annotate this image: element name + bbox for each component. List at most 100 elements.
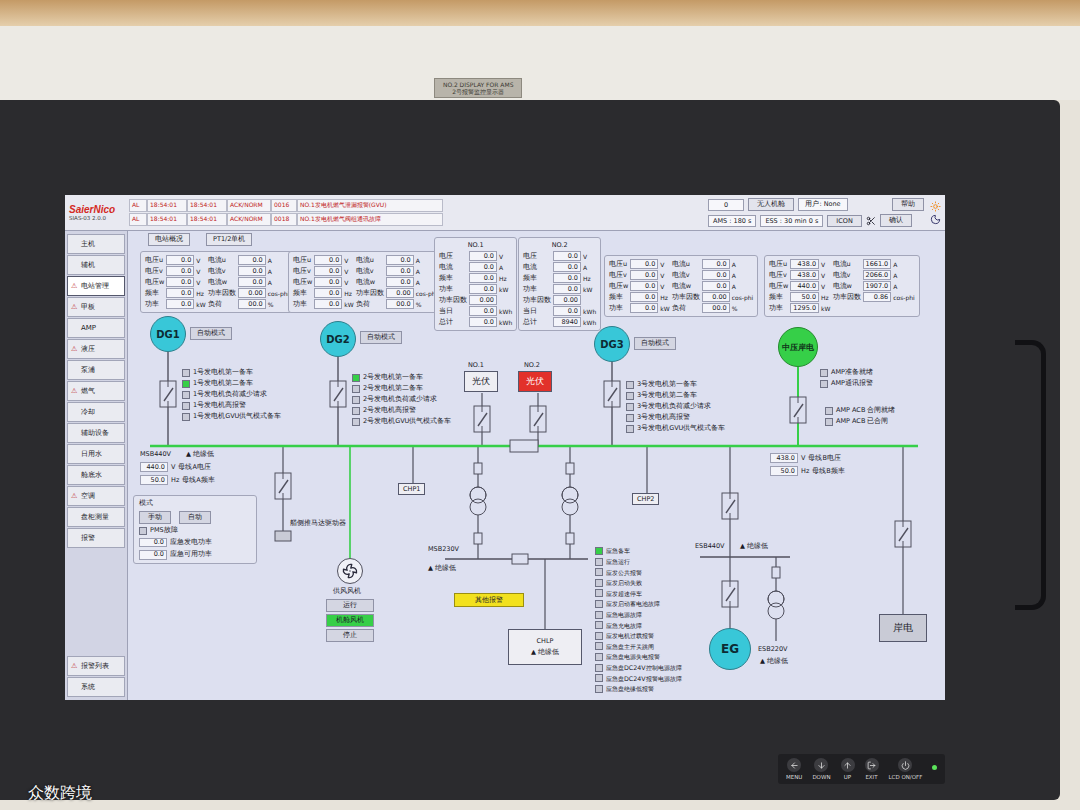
meter-value: 0.0 xyxy=(238,266,266,276)
fan-button[interactable]: 运行 xyxy=(326,599,374,612)
meter-value: 0.0 xyxy=(469,262,497,272)
unmanned-button[interactable]: 无人机舱 xyxy=(748,198,794,211)
page-button[interactable]: 电站概况 xyxy=(148,233,190,246)
sidebar-item[interactable]: ⚠舱底水 xyxy=(67,465,125,485)
sidebar-item[interactable]: ⚠AMP xyxy=(67,318,125,338)
meter-label: 总计 xyxy=(523,318,551,327)
meter-value: 8940 xyxy=(553,317,581,327)
breaker-icon xyxy=(474,406,490,432)
meter-label: 电压u xyxy=(609,260,628,269)
meter-value: 1661.0 xyxy=(863,259,892,269)
chp-node[interactable]: CHP2 xyxy=(632,493,659,505)
page-button[interactable]: PT1/2单机 xyxy=(206,233,252,246)
sidebar-item[interactable]: ⚠空调 xyxy=(67,486,125,506)
meter-unit: V xyxy=(499,253,512,260)
bus-name: ESB440V xyxy=(695,542,725,550)
meter-unit: A xyxy=(268,268,290,275)
meter-label: 电流u xyxy=(672,260,700,269)
help-button[interactable]: 帮助 xyxy=(892,198,924,211)
sidebar-item[interactable]: ⚠甲板 xyxy=(67,297,125,317)
status-box xyxy=(626,414,634,422)
meter-unit: V xyxy=(660,272,669,279)
alarm-cell: NO.1发电机燃气阀组通讯故障 xyxy=(297,213,443,226)
ess-timer: ESS : 30 min 0 s xyxy=(760,215,823,227)
alarm-row[interactable]: AL18:54:0118:54:01ACK/NORM0016NO.1发电机燃气泄… xyxy=(129,199,443,212)
sidebar-item[interactable]: ⚠报警列表 xyxy=(67,656,125,676)
monitor-key[interactable]: DOWN xyxy=(812,758,830,780)
sidebar-item[interactable]: ⚠燃气 xyxy=(67,381,125,401)
sidebar-item[interactable]: ⚠系统 xyxy=(67,677,125,697)
mode-option[interactable]: 自动 xyxy=(179,511,211,524)
sidebar-item[interactable]: ⚠主机 xyxy=(67,234,125,254)
fan-button[interactable]: 机舱风机 xyxy=(326,614,374,627)
meter-unit: Hz xyxy=(344,290,353,297)
fan-button[interactable]: 停止 xyxy=(326,629,374,642)
meter-value: 0.0 xyxy=(238,255,266,265)
alarm-row[interactable]: AL18:54:0118:54:01ACK/NORM0018NO.1发电机燃气阀… xyxy=(129,213,443,226)
meter-unit: kW xyxy=(499,286,512,293)
monitor-key[interactable]: MENU xyxy=(786,758,802,780)
meter-unit: V xyxy=(660,283,669,290)
meter-label: 电流u xyxy=(356,256,384,265)
alarm-cell: 18:54:01 xyxy=(187,213,227,226)
sidebar-item[interactable]: ⚠冷却 xyxy=(67,402,125,422)
meter-value: 0.0 xyxy=(386,277,414,287)
mode-box: 模式手动自动PMS故障0.0应急发电功率0.0应急可用功率 xyxy=(133,495,257,564)
contact-icon xyxy=(474,463,482,474)
generator-node[interactable]: DG3 xyxy=(594,326,630,362)
icon-button[interactable]: ICON xyxy=(827,215,861,227)
sidebar-item[interactable]: ⚠电站管理 xyxy=(67,276,125,296)
shore-power-node[interactable]: 岸电 xyxy=(879,614,927,642)
fan-icon[interactable] xyxy=(337,558,363,584)
meter-value: 0.00 xyxy=(553,295,581,305)
status-row: 3号发电机第一备车 xyxy=(626,381,725,389)
generator-node[interactable]: DG2 xyxy=(320,321,356,357)
status-box xyxy=(352,407,360,415)
pv-node[interactable]: 光伏 xyxy=(464,371,498,392)
sidebar-item[interactable]: ⚠液压 xyxy=(67,339,125,359)
status-box xyxy=(820,380,828,388)
meter-value: 0.0 xyxy=(553,251,581,261)
meter-value: 0.0 xyxy=(630,270,658,280)
ack-button[interactable]: 确认 xyxy=(880,214,912,227)
sun-icon[interactable] xyxy=(930,201,941,212)
sidebar-item[interactable]: ⚠报警 xyxy=(67,528,125,548)
mode-option[interactable]: 手动 xyxy=(139,511,171,524)
status-row: 应急盘DC24V报警电源故障 xyxy=(595,674,682,682)
status-box xyxy=(182,402,190,410)
sidebar-item[interactable]: ⚠辅机 xyxy=(67,255,125,275)
scissors-icon[interactable] xyxy=(866,216,876,226)
sidebar-item[interactable]: ⚠泵浦 xyxy=(67,360,125,380)
generator-node[interactable]: DG1 xyxy=(150,316,186,352)
pv-node[interactable]: 光伏 xyxy=(518,371,552,392)
contact-icon xyxy=(772,567,780,578)
status-row: 应急盘主开关跳闸 xyxy=(595,642,682,650)
moon-icon[interactable] xyxy=(930,214,941,225)
monitor-key[interactable]: EXIT xyxy=(865,758,879,780)
breaker-icon xyxy=(160,381,176,407)
meter-unit: cos-phi xyxy=(893,294,915,301)
meter-unit: cos-phi xyxy=(732,294,754,301)
meter-label: 当日 xyxy=(439,307,467,316)
monitor-key[interactable]: UP xyxy=(841,758,855,780)
other-alarm[interactable]: 其他报警 xyxy=(454,593,524,607)
chp-node[interactable]: CHP1 xyxy=(398,483,425,495)
mode-button[interactable]: 自动模式 xyxy=(634,337,676,350)
mode-button[interactable]: 自动模式 xyxy=(190,327,232,340)
meter-label: 电压w xyxy=(145,278,164,287)
status-box xyxy=(352,385,360,393)
bus-name: ESB220V xyxy=(758,645,788,653)
sidebar-item[interactable]: ⚠辅助设备 xyxy=(67,423,125,443)
sidebar-item[interactable]: ⚠盘柜测量 xyxy=(67,507,125,527)
shore-mv-node[interactable]: 中压岸电 xyxy=(778,327,818,367)
sidebar-item[interactable]: ⚠日用水 xyxy=(67,444,125,464)
bus-name: MSB440V xyxy=(140,450,171,458)
meter-value: 0.0 xyxy=(702,281,730,291)
amp-acb-status: AMP ACB 合闸就绪AMP ACB 已合闸 xyxy=(825,407,895,426)
monitor-key[interactable]: LCD ON/OFF xyxy=(889,758,923,780)
mode-button[interactable]: 自动模式 xyxy=(360,331,402,344)
chlp-node[interactable]: CHLP▲ 绝缘低 xyxy=(508,629,582,665)
status-row: 2号发电机GVU供气模式备车 xyxy=(352,418,451,426)
fan-buttons: 运行机舱风机停止 xyxy=(326,599,374,642)
emergency-generator-node[interactable]: EG xyxy=(709,628,751,670)
